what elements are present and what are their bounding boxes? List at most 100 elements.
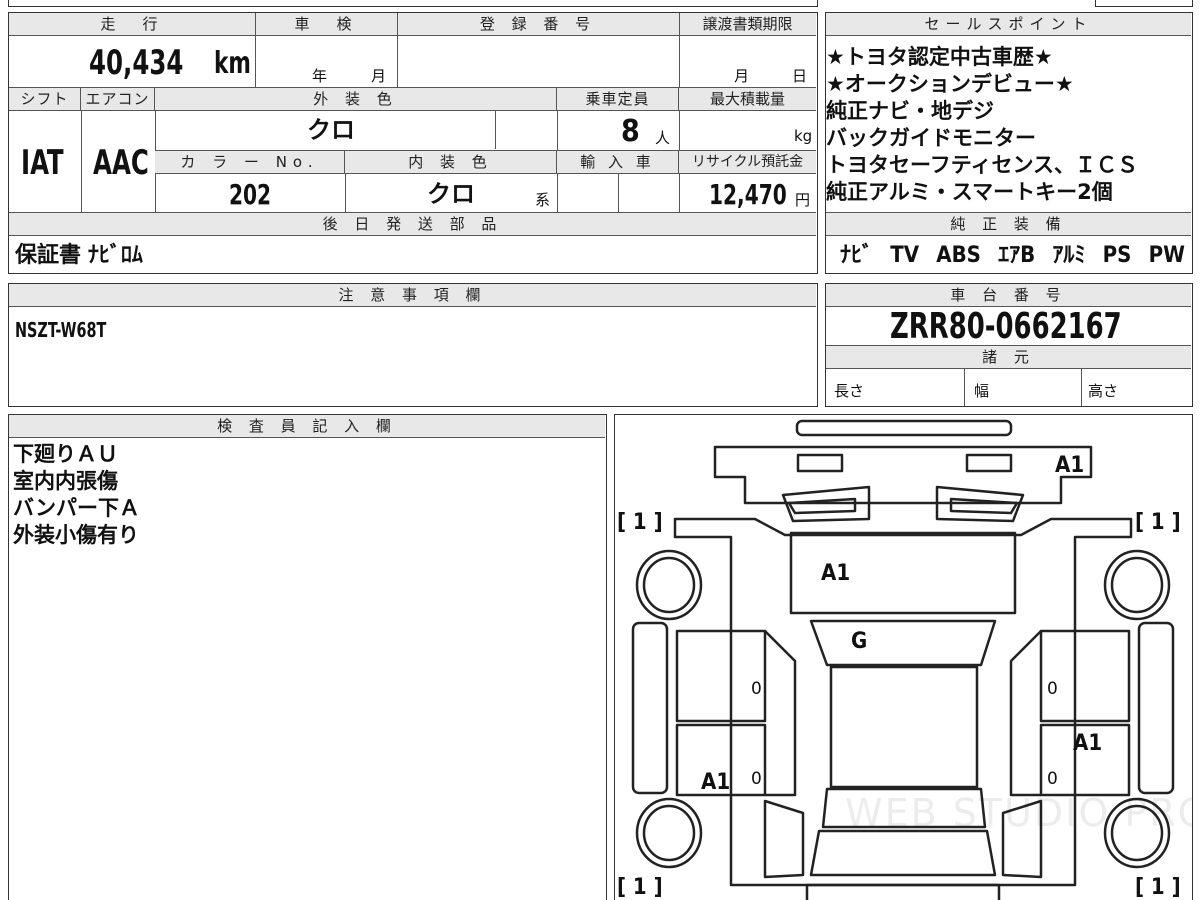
tire-rear-left-count: [ 1 ] [617,875,663,900]
left-front-door [675,629,767,723]
top-cutoff-row [8,0,818,7]
chassis-box: 車 台 番 号 ZRR80-0662167 諸 元 長さ 幅 高さ [825,283,1193,407]
import-label: 輸 入 車 [557,151,679,174]
inspector-note-line: 外装小傷有り [13,523,139,547]
equipment-item: PS [1102,243,1132,268]
tire-front-right [1103,549,1171,621]
equipment-item: ｱﾙﾐ [1052,243,1086,268]
chassis-label: 車 台 番 号 [826,284,1191,307]
tire-front-left [635,549,703,621]
tire-front-right-count: [ 1 ] [1135,510,1181,535]
inspection-year-unit: 年 [312,67,328,85]
interior-color-value: クロ [427,180,475,208]
inspector-note-line: バンパー下Ａ [13,496,141,520]
mileage-unit: km [214,46,251,81]
inspector-note-line: 室内内張傷 [13,469,118,493]
later-parts-value: 保証書 ﾅﾋﾞﾛﾑ [15,243,143,268]
equipment-item: ABS [936,243,981,268]
equipment-item: TV [890,243,920,268]
exterior-color-value: クロ [307,116,355,144]
color-no-label: カ ラ ー No. [155,151,345,174]
recycle-value: 12,470 [709,178,787,211]
inspector-note-line: 下廻りＡＵ [13,442,118,466]
equipment-item: ﾅﾋﾞ [840,243,874,268]
front-bumper-tab [795,419,1013,437]
inspection-label: 車 検 [255,13,397,36]
sales-points-list: ★トヨタ認定中古車歴★ ★オークションデビュー★ 純正ナビ・地デジ バックガイド… [826,44,1138,206]
interior-color-label: 内 装 色 [345,151,557,174]
right-rear-door-mark: A1 [1073,731,1103,756]
transfer-day-unit: 日 [792,67,808,85]
rear-bumper [805,883,1001,900]
length-label: 長さ [834,382,865,400]
inspector-notes-list: 下廻りＡＵ 室内内張傷 バンパー下Ａ 外装小傷有り [13,441,140,549]
tire-front-left-count: [ 1 ] [617,510,663,535]
windshield [809,619,997,667]
inspector-label: 検 査 員 記 入 欄 [9,415,605,438]
equipment-list: ﾅﾋﾞ TV ABS ｴｱB ｱﾙﾐ PS PW [840,241,1185,271]
notes-label: 注 意 事 項 欄 [9,284,816,307]
interior-color-suffix: 系 [535,191,551,209]
aircon-label: エアコン [81,88,155,111]
max-load-unit: kg [794,127,813,145]
aircon-value: AAC [93,143,149,183]
left-side-skirt [631,621,669,795]
right-front-door-zero: 0 [1047,679,1058,699]
capacity-value: 8 [621,114,640,149]
registration-label: 登 録 番 号 [397,13,679,36]
front-right-light [965,453,1013,473]
right-front-door [1039,629,1131,723]
right-side-skirt [1137,621,1175,795]
height-label: 高さ [1088,382,1119,400]
capacity-unit: 人 [655,129,671,147]
sales-points-label: セールスポイント [826,13,1191,36]
color-no-value: 202 [229,178,272,211]
top-cutoff-right [1095,0,1193,7]
sales-point-line: トヨタセーフティセンス、ＩＣＳ [826,153,1139,177]
sales-point-line: 純正ナビ・地デジ [826,99,994,123]
vehicle-info-table: 走 行 車 検 登 録 番 号 譲渡書類期限 40,434 km 年 月 月 日… [8,12,818,274]
recycle-label: リサイクル預託金 [679,151,816,174]
right-rear-door-zero: 0 [1047,769,1058,789]
sales-points-box: セールスポイント ★トヨタ認定中古車歴★ ★オークションデビュー★ 純正ナビ・地… [825,12,1193,274]
width-label: 幅 [974,382,990,400]
later-parts-label: 後 日 発 送 部 品 [9,213,816,236]
watermark: WEB STUDIO PRO [845,791,1193,835]
sales-point-line: ★オークションデビュー★ [826,72,1074,96]
left-rear-door-mark: A1 [701,770,731,795]
front-bumper [713,445,1093,505]
sales-point-line: 純正アルミ・スマートキー2個 [826,180,1113,204]
transfer-label: 譲渡書類期限 [679,13,816,36]
sales-point-line: バックガイドモニター [826,126,1036,150]
shift-value: IAT [21,143,64,183]
front-bumper-mark: A1 [1055,453,1085,478]
tailgate [809,829,997,877]
specs-label: 諸 元 [826,346,1191,369]
inspection-month-unit: 月 [371,67,387,85]
equipment-item: PW [1148,243,1185,268]
roof-panel [829,665,979,789]
left-rear-door-zero: 0 [751,769,762,789]
transfer-month-unit: 月 [734,67,750,85]
max-load-label: 最大積載量 [679,88,816,111]
windshield-mark: G [851,629,868,654]
hood-mark: A1 [821,561,851,586]
tire-rear-left [635,797,703,869]
left-front-door-zero: 0 [751,679,762,699]
recycle-unit: 円 [795,191,811,209]
front-left-light [796,453,844,473]
sales-point-line: ★トヨタ認定中古車歴★ [826,45,1053,69]
equipment-item: ｴｱB [998,243,1036,268]
notes-box: 注 意 事 項 欄 NSZT-W68T [8,283,818,407]
chassis-value: ZRR80-0662167 [890,306,1122,347]
car-damage-diagram: A1 A1 G A1 A1 0 0 0 0 [ 1 ] [ 1 ] [ 1 ] … [614,414,1193,900]
exterior-color-label: 外 装 色 [155,88,557,111]
notes-value: NSZT-W68T [15,318,107,342]
tire-rear-right-count: [ 1 ] [1135,875,1181,900]
capacity-label: 乗車定員 [557,88,679,111]
mileage-label: 走 行 [9,13,255,36]
mileage-value: 40,434 [89,43,184,83]
shift-label: シフト [9,88,81,111]
inspector-box: 検 査 員 記 入 欄 下廻りＡＵ 室内内張傷 バンパー下Ａ 外装小傷有り [8,414,607,900]
equipment-label: 純 正 装 備 [826,213,1191,236]
